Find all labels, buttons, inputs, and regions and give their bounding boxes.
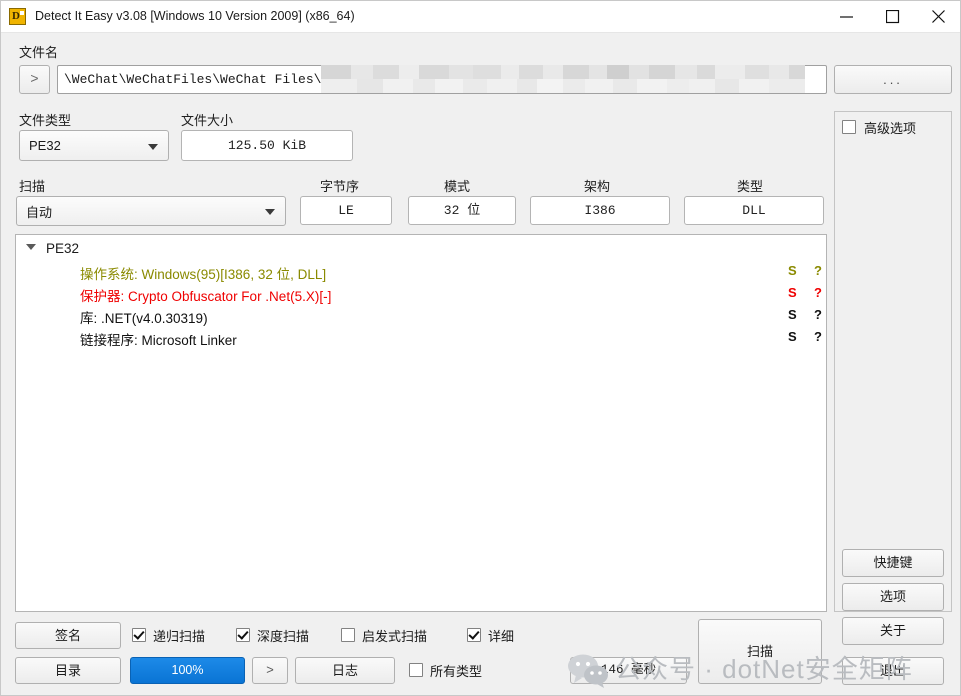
result-value: .NET(v4.0.30319) <box>101 311 208 326</box>
filesize-value: 125.50 KiB <box>181 130 353 161</box>
filetype-value: PE32 <box>29 138 61 153</box>
status-badge-s[interactable]: S <box>788 285 797 300</box>
recursive-scan-label: 递归扫描 <box>153 629 206 644</box>
heuristic-scan-label: 启发式扫描 <box>362 629 428 644</box>
elapsed-time-display: 146 毫秒 <box>570 657 687 684</box>
result-value: Crypto Obfuscator For .Net(5.X)[-] <box>128 289 332 304</box>
checkbox-box[interactable] <box>467 628 481 642</box>
chevron-down-icon <box>148 143 158 150</box>
status-badge-q[interactable]: ? <box>814 263 822 278</box>
result-key: 保护器: <box>80 289 129 304</box>
signature-button[interactable]: 签名 <box>15 622 121 649</box>
close-button[interactable] <box>916 1 960 32</box>
exit-button[interactable]: 退出 <box>842 657 944 685</box>
chevron-down-icon <box>265 209 275 215</box>
status-badge-s[interactable]: S <box>788 263 797 278</box>
die-main-window: D Detect It Easy v3.08 [Windows 10 Versi… <box>0 0 961 696</box>
advanced-options-label: 高级选项 <box>864 121 917 136</box>
close-icon <box>932 10 945 23</box>
maximize-icon <box>886 10 900 24</box>
result-value: Microsoft Linker <box>141 333 237 348</box>
app-icon-accent <box>20 11 24 15</box>
browse-button[interactable]: ... <box>834 65 952 94</box>
directory-button[interactable]: 目录 <box>15 657 121 684</box>
status-badge-s[interactable]: S <box>788 329 797 344</box>
status-badge-q[interactable]: ? <box>814 285 822 300</box>
checkbox-box[interactable] <box>236 628 250 642</box>
checkbox-box[interactable] <box>341 628 355 642</box>
maximize-button[interactable] <box>870 1 916 32</box>
path-expand-button[interactable]: > <box>19 65 50 94</box>
checkbox-box[interactable] <box>409 663 423 677</box>
advanced-options-checkbox[interactable]: 高级选项 <box>842 118 944 136</box>
scan-results-panel[interactable]: PE32 操作系统: Windows(95)[I386, 32 位, DLL] … <box>15 234 827 612</box>
filename-label: 文件名 <box>19 45 59 60</box>
scan-button[interactable]: 扫描 <box>698 619 822 684</box>
endianness-value: LE <box>300 196 392 225</box>
architecture-label: 架构 <box>584 179 611 194</box>
file-path-input[interactable]: \WeChat\WeChatFiles\WeChat Files\ <box>57 65 827 94</box>
next-button[interactable]: > <box>252 657 288 684</box>
minimize-button[interactable] <box>824 1 870 32</box>
shortcuts-button[interactable]: 快捷键 <box>842 549 944 577</box>
filetype-combo[interactable]: PE32 <box>19 130 169 161</box>
checkbox-box[interactable] <box>132 628 146 642</box>
filetype-dll-label: 类型 <box>737 179 764 194</box>
status-badge-q[interactable]: ? <box>814 307 822 322</box>
table-row[interactable]: 保护器: Crypto Obfuscator For .Net(5.X)[-] <box>80 285 331 305</box>
filesize-label: 文件大小 <box>181 113 234 128</box>
scan-mode-value: 自动 <box>26 204 53 220</box>
type-value: DLL <box>684 196 824 225</box>
filetype-label: 文件类型 <box>19 113 72 128</box>
deep-scan-label: 深度扫描 <box>257 629 310 644</box>
minimize-icon <box>840 16 853 18</box>
options-button[interactable]: 选项 <box>842 583 944 611</box>
table-row[interactable]: 操作系统: Windows(95)[I386, 32 位, DLL] <box>80 263 326 283</box>
side-panel <box>834 111 952 612</box>
verbose-label: 详细 <box>488 629 515 644</box>
checkbox-box[interactable] <box>842 120 856 134</box>
progress-button[interactable]: 100% <box>130 657 245 684</box>
all-types-label: 所有类型 <box>430 664 483 679</box>
tree-root-label: PE32 <box>46 241 80 256</box>
bitmode-label: 模式 <box>444 179 471 194</box>
about-button[interactable]: 关于 <box>842 617 944 645</box>
result-value: Windows(95)[I386, 32 位, DLL] <box>141 267 327 282</box>
tree-root-node[interactable]: PE32 <box>26 241 79 256</box>
die-app-icon: D <box>9 8 26 25</box>
chevron-down-icon[interactable] <box>26 244 36 250</box>
scan-label: 扫描 <box>19 179 46 194</box>
log-button[interactable]: 日志 <box>295 657 395 684</box>
bitmode-value: 32 位 <box>408 196 516 225</box>
endianness-label: 字节序 <box>320 179 360 194</box>
result-key: 库: <box>80 311 102 326</box>
title-bar: D Detect It Easy v3.08 [Windows 10 Versi… <box>1 1 960 33</box>
table-row[interactable]: 链接程序: Microsoft Linker <box>80 329 237 349</box>
result-key: 操作系统: <box>80 267 142 282</box>
app-icon-glyph: D <box>12 10 20 22</box>
status-badge-s[interactable]: S <box>788 307 797 322</box>
scan-mode-combo[interactable]: 自动 <box>16 196 286 226</box>
result-key: 链接程序: <box>80 333 142 348</box>
table-row[interactable]: 库: .NET(v4.0.30319) <box>80 307 208 327</box>
architecture-value: I386 <box>530 196 670 225</box>
window-title: Detect It Easy v3.08 [Windows 10 Version… <box>35 9 355 23</box>
status-badge-q[interactable]: ? <box>814 329 822 344</box>
